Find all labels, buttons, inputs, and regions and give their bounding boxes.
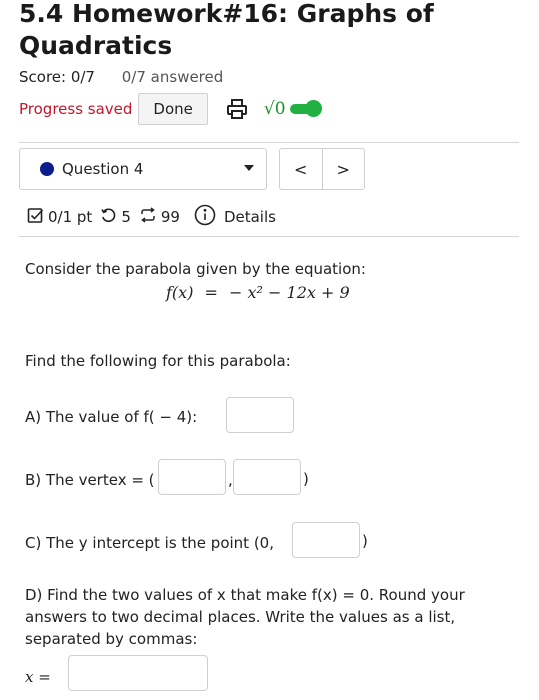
score-text: Score: 0/7 [19, 68, 95, 86]
attempts-icon [139, 206, 157, 228]
answered-count: 0/7 answered [121, 68, 224, 86]
part-b-close-paren: ) [303, 470, 309, 488]
attempts-count: 99 [160, 208, 180, 226]
part-d-answer-input[interactable] [68, 655, 208, 691]
divider [19, 236, 519, 237]
part-b-label: B) The vertex = ( [25, 471, 155, 489]
question-selector[interactable]: Question 4 [19, 148, 267, 190]
part-c-label: C) The y intercept is the point (0, [25, 534, 274, 552]
info-icon[interactable] [194, 204, 216, 230]
print-icon[interactable] [226, 98, 248, 120]
retry-icon [100, 207, 117, 228]
part-a-answer-input[interactable] [226, 397, 294, 433]
question-intro: Consider the parabola given by the equat… [25, 260, 366, 278]
progress-saved-status: Progress saved [19, 100, 133, 118]
previous-question-button[interactable]: < [280, 149, 323, 189]
page-title: 5.4 Homework#16: Graphs of Quadratics [19, 0, 434, 60]
part-d-label: D) Find the two values of x that make f(… [25, 586, 465, 648]
chevron-down-icon [244, 165, 254, 171]
part-a-label: A) The value of f( − 4): [25, 408, 198, 426]
checkbox-icon [27, 207, 44, 228]
math-toggle-switch[interactable] [289, 100, 322, 117]
divider [19, 142, 519, 143]
part-b-vertex-x-input[interactable] [158, 459, 226, 495]
part-c-answer-input[interactable] [292, 522, 360, 558]
part-c-close-paren: ) [362, 532, 368, 550]
find-prompt: Find the following for this parabola: [25, 352, 291, 370]
done-button[interactable]: Done [138, 93, 208, 125]
equation-rhs: − x² − 12x + 9 [229, 283, 350, 302]
equation: f(x) = − x² − 12x + 9 [166, 283, 350, 302]
equation-lhs: f(x) [166, 283, 194, 302]
question-nav-buttons: < > [279, 148, 365, 190]
question-meta: 0/1 pt 5 99 Details [27, 204, 276, 230]
save-toolbar: Progress saved Done √0 [19, 92, 322, 126]
next-question-button[interactable]: > [323, 149, 365, 189]
score-row: Score: 0/7 0/7 answered [19, 68, 223, 86]
details-link[interactable]: Details [224, 208, 276, 226]
math-keyboard-icon[interactable]: √0 [264, 99, 286, 119]
question-selector-label: Question 4 [62, 160, 144, 178]
retries-count: 5 [121, 208, 131, 226]
question-status-dot-icon [40, 162, 54, 176]
x-equals-label: x = [25, 668, 51, 686]
points-text: 0/1 pt [48, 208, 93, 226]
equation-equals: = [204, 283, 218, 302]
part-b-vertex-y-input[interactable] [233, 459, 301, 495]
